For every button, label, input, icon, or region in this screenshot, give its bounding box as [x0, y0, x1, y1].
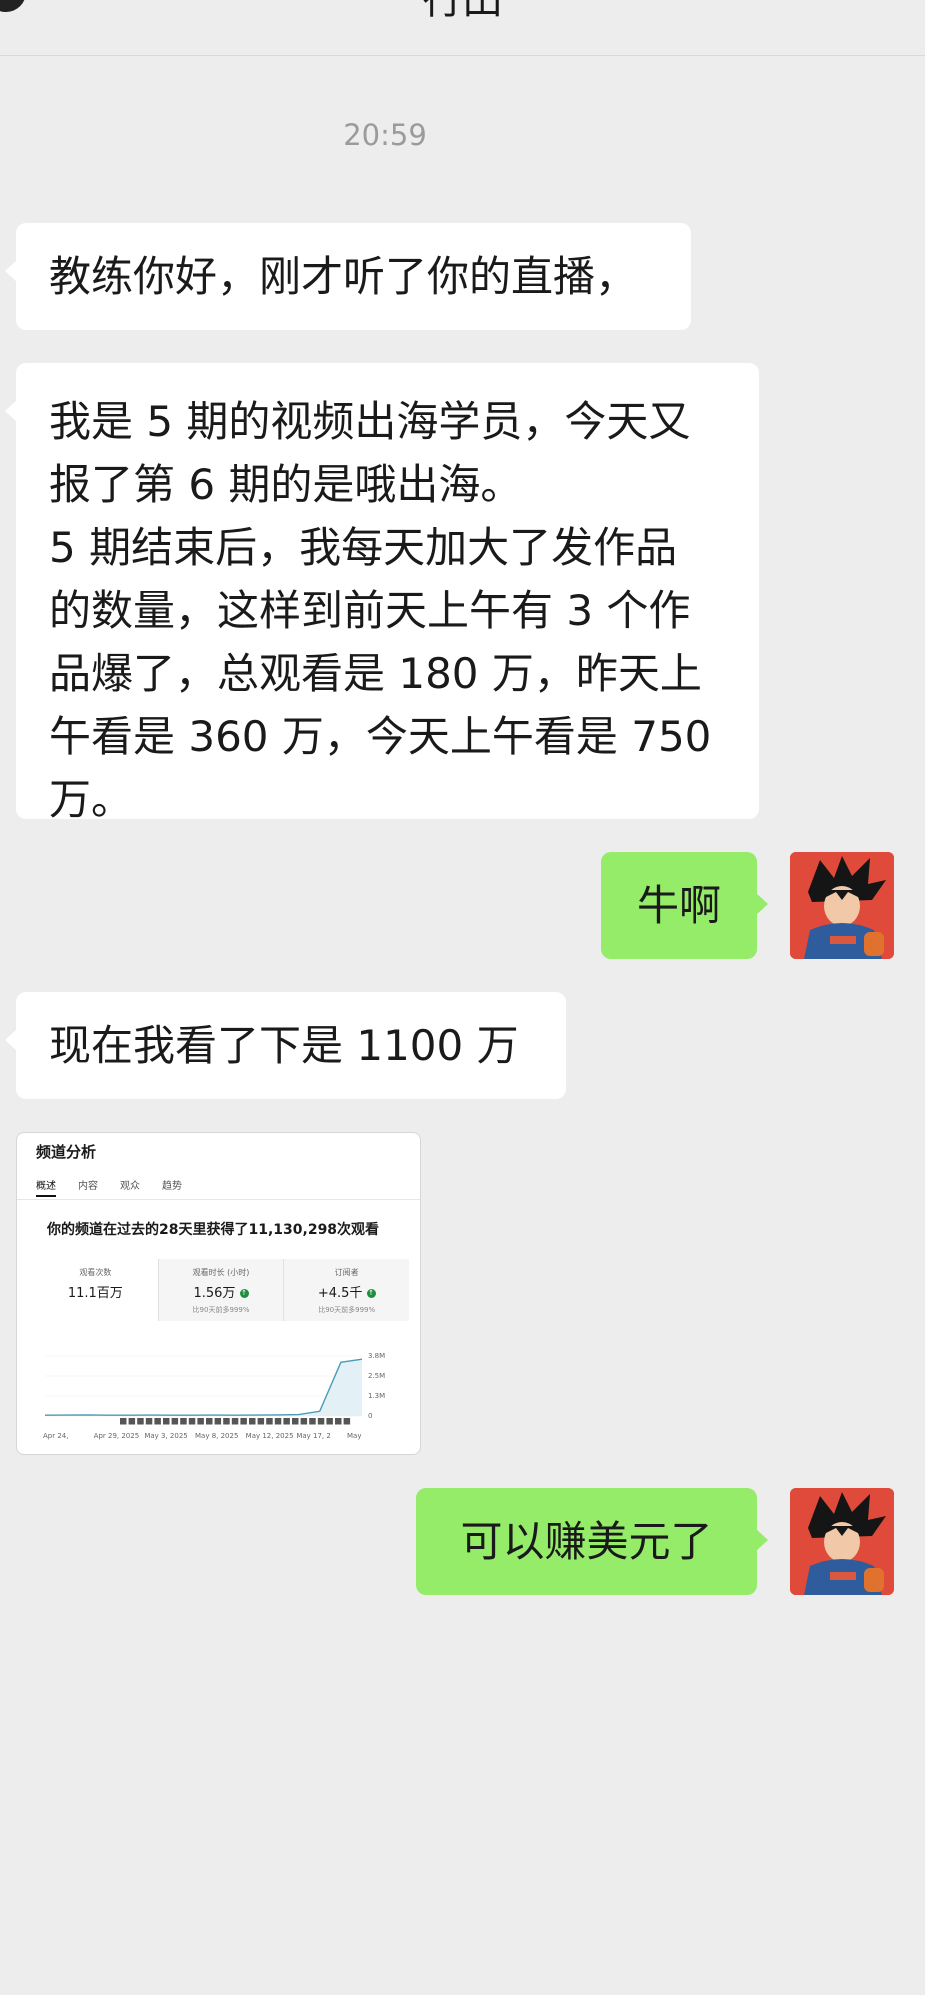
- video-marker: [188, 1418, 196, 1425]
- video-marker: [163, 1418, 170, 1425]
- stat-label: 观看时长 (小时): [192, 1268, 250, 1277]
- divider: [17, 1199, 420, 1200]
- video-marker: [128, 1418, 136, 1425]
- video-marker: [145, 1418, 153, 1425]
- video-marker: [300, 1418, 308, 1425]
- video-marker: [231, 1418, 239, 1425]
- stat-note: 比90天前多999%: [318, 1306, 376, 1314]
- stat-subscribers: 订阅者 +4.5千 ↑ 比90天前多999%: [284, 1259, 409, 1321]
- avatar[interactable]: [790, 852, 894, 959]
- y-tick-label: 1.3M: [368, 1392, 385, 1400]
- stat-label: 观看次数: [79, 1268, 112, 1277]
- stat-label: 订阅者: [334, 1268, 359, 1277]
- views-line-chart: 3.8M 2.5M 1.3M 0 Apr 24, Apr 29, 2025 May 3, 2…: [43, 1352, 385, 1440]
- trend-up-icon: ↑: [366, 1289, 376, 1298]
- video-marker: [171, 1418, 179, 1425]
- video-marker: [266, 1418, 273, 1425]
- video-marker: [274, 1418, 282, 1425]
- x-tick-label: May 8, 2025: [195, 1432, 238, 1440]
- video-marker: [335, 1418, 342, 1425]
- video-marker: [137, 1418, 144, 1425]
- stat-value: 1.56万: [193, 1286, 236, 1301]
- message-bubble-sent[interactable]: 牛啊: [601, 852, 768, 959]
- series-line: [44, 1358, 363, 1416]
- video-marker: [154, 1418, 161, 1425]
- stat-watch-time: 观看时长 (小时) 1.56万 ↑ 比90天前多999%: [159, 1259, 285, 1321]
- message-bubble-received[interactable]: 教练你好，刚才听了你的直播，: [5, 223, 691, 330]
- video-marker: [240, 1418, 247, 1425]
- stats-row: 观看次数 11.1百万 观看时长 (小时) 1.56万 ↑ 比90天前多999%…: [33, 1259, 409, 1321]
- video-marker: [292, 1418, 299, 1425]
- video-marker: [317, 1418, 325, 1425]
- video-marker: [206, 1418, 213, 1425]
- message-timestamp: 20:59: [343, 118, 427, 152]
- tab-trends: 趋势: [162, 1181, 182, 1192]
- avatar-image: [790, 1488, 894, 1595]
- analytics-headline: 你的频道在过去的28天里获得了11,130,298次观看: [47, 1222, 380, 1238]
- x-tick-label: May 17, 2: [296, 1432, 331, 1440]
- analytics-tabs: 概述 内容 观众 趋势: [36, 1177, 182, 1197]
- stat-views: 观看次数 11.1百万: [33, 1259, 159, 1321]
- x-tick-label: May 3, 2025: [144, 1432, 187, 1440]
- video-marker: [214, 1418, 222, 1425]
- tab-overview: 概述: [36, 1177, 56, 1197]
- video-marker: [197, 1418, 204, 1425]
- y-tick-label: 2.5M: [368, 1372, 385, 1380]
- tab-content: 内容: [78, 1181, 98, 1192]
- chat-header: 行田: [0, 0, 925, 56]
- x-tick-label: Apr 24,: [43, 1432, 68, 1440]
- message-bubble-sent[interactable]: 可以赚美元了: [416, 1488, 768, 1595]
- chat-title: 行田: [422, 0, 503, 23]
- video-marker: [326, 1418, 333, 1425]
- stat-value: +4.5千: [317, 1286, 363, 1301]
- video-marker: [223, 1418, 230, 1425]
- trend-up-icon: ↑: [239, 1289, 249, 1298]
- video-marker: [180, 1418, 187, 1425]
- x-tick-label: May: [347, 1432, 361, 1440]
- x-tick-label: May 12, 2025: [246, 1432, 294, 1440]
- x-tick-label: Apr 29, 2025: [94, 1432, 140, 1440]
- video-marker: [120, 1418, 127, 1425]
- tab-audience: 观众: [120, 1181, 140, 1192]
- y-tick-label: 3.8M: [368, 1352, 385, 1360]
- message-bubble-received[interactable]: 我是 5 期的视频出海学员，今天又 报了第 6 期的是哦出海。 5 期结束后，我…: [5, 363, 759, 824]
- series-area: [45, 1359, 362, 1416]
- stat-value: 11.1百万: [67, 1286, 123, 1301]
- avatar-image: [790, 852, 894, 959]
- video-marker: [283, 1418, 290, 1425]
- video-marker: [343, 1418, 351, 1425]
- y-tick-label: 0: [368, 1412, 372, 1420]
- stat-note: 比90天前多999%: [192, 1306, 250, 1314]
- analytics-title: 频道分析: [36, 1143, 97, 1161]
- analytics-screenshot[interactable]: 频道分析 概述 内容 观众 趋势 你的频道在过去的28天里获得了11,130,2…: [16, 1132, 421, 1455]
- video-marker: [257, 1418, 265, 1425]
- video-marker: [309, 1418, 316, 1425]
- video-marker: [249, 1418, 256, 1425]
- message-bubble-received[interactable]: 现在我看了下是 1100 万: [5, 992, 566, 1099]
- avatar[interactable]: [790, 1488, 894, 1595]
